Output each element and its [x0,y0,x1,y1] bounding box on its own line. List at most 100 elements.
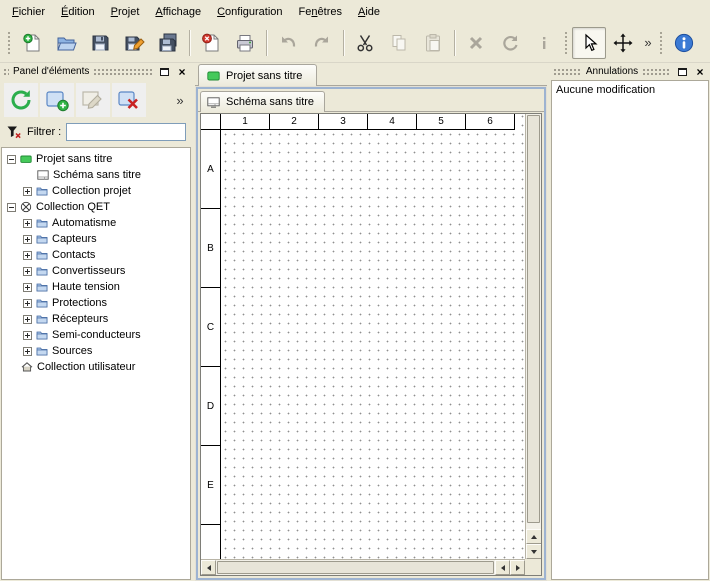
titleblock-corner [201,114,221,130]
scroll-right-button[interactable] [510,560,525,575]
new-element-button[interactable] [40,83,74,117]
column-header-5: 5 [417,114,466,130]
move-arrows-icon [612,32,634,54]
close-file-button[interactable] [194,27,228,59]
vertical-scrollbar[interactable] [525,114,541,559]
folder-icon [36,249,48,261]
element-info-button[interactable] [527,27,561,59]
menu-affichage[interactable]: Affichage [147,3,209,21]
elements-tree[interactable]: Projet sans titre Schéma sans titre Coll… [1,147,191,580]
scroll-up-button[interactable] [526,529,542,544]
expander-plus-icon[interactable] [23,267,32,276]
toolbar-grip[interactable] [659,31,664,55]
tree-item-sources[interactable]: Sources [2,343,190,359]
schema-canvas[interactable]: 1 2 3 4 5 6 A B C D [201,114,525,559]
close-button[interactable]: × [175,65,189,78]
arrow-left-icon [207,565,211,571]
expander-minus-icon[interactable] [7,155,16,164]
copy-button[interactable] [382,27,416,59]
horizontal-scrollbar[interactable] [201,559,525,575]
undo-dock-titlebar[interactable]: Annulations × [550,63,710,80]
rotate-button[interactable] [493,27,527,59]
scroll-left-button[interactable] [201,560,216,575]
save-as-button[interactable] [117,27,151,59]
filter-label: Filtrer : [27,126,61,138]
elements-panel-titlebar[interactable]: Panel d'éléments × [0,63,192,80]
expander-plus-icon[interactable] [23,283,32,292]
rotate-icon [499,32,521,54]
edit-element-button[interactable] [76,83,110,117]
menu-projet[interactable]: Projet [103,3,148,21]
clear-filter-icon[interactable] [6,124,22,140]
arrow-left-icon [501,565,505,571]
float-button[interactable] [157,65,171,78]
tree-item-automatisme[interactable]: Automatisme [2,215,190,231]
scroll-down-button[interactable] [526,544,542,559]
print-button[interactable] [228,27,262,59]
folder-icon [36,265,48,277]
tree-item-schema[interactable]: Schéma sans titre [2,167,190,183]
cut-button[interactable] [348,27,382,59]
undo-history-list[interactable]: Aucune modification [551,80,709,580]
paste-button[interactable] [416,27,450,59]
menu-fenetres[interactable]: Fenêtres [291,3,350,21]
schema-tab[interactable]: Schéma sans titre [200,91,325,112]
expander-plus-icon[interactable] [23,235,32,244]
redo-button[interactable] [305,27,339,59]
undo-button[interactable] [271,27,305,59]
tree-item-collection-utilisateur[interactable]: Collection utilisateur [2,359,190,375]
row-header-A: A [201,130,220,209]
expander-plus-icon[interactable] [23,187,32,196]
filter-row: Filtrer : [0,120,192,146]
toolbar-grip[interactable] [564,31,569,55]
column-header-6: 6 [466,114,515,130]
tree-item-recepteurs[interactable]: Récepteurs [2,311,190,327]
expander-plus-icon[interactable] [23,347,32,356]
toolbar-overflow-chevron[interactable]: » [640,35,656,50]
expander-plus-icon[interactable] [23,251,32,260]
scroll-mode-button[interactable] [606,27,640,59]
tree-item-convertisseurs[interactable]: Convertisseurs [2,263,190,279]
tree-item-collection-projet[interactable]: Collection projet [2,183,190,199]
save-all-button[interactable] [151,27,185,59]
expander-plus-icon[interactable] [23,219,32,228]
tree-item-capteurs[interactable]: Capteurs [2,231,190,247]
expander-plus-icon[interactable] [23,315,32,324]
tree-item-collection-qet[interactable]: Collection QET [2,199,190,215]
folder-icon [36,297,48,309]
menu-fichier[interactable]: Fichier [4,3,53,21]
main-area: Panel d'éléments × » [0,63,710,581]
reload-collections-button[interactable] [4,83,38,117]
vscroll-thumb[interactable] [527,115,540,523]
folder-icon [36,281,48,293]
expander-plus-icon[interactable] [23,299,32,308]
tree-item-protections[interactable]: Protections [2,295,190,311]
tree-item-contacts[interactable]: Contacts [2,247,190,263]
menu-edition[interactable]: Édition [53,3,103,21]
new-document-button[interactable] [15,27,49,59]
toolbar-grip[interactable] [7,31,12,55]
open-file-button[interactable] [49,27,83,59]
select-mode-button[interactable] [572,27,606,59]
tree-item-label: Convertisseurs [52,265,125,277]
project-icon [207,71,220,81]
panel-overflow-chevron[interactable]: » [172,93,188,108]
tree-item-haute-tension[interactable]: Haute tension [2,279,190,295]
expander-plus-icon[interactable] [23,331,32,340]
schema-view: 1 2 3 4 5 6 A B C D [200,113,542,576]
filter-input[interactable] [66,123,186,141]
scroll-left-button-2[interactable] [495,560,510,575]
menu-configuration[interactable]: Configuration [209,3,290,21]
save-button[interactable] [83,27,117,59]
menu-aide[interactable]: Aide [350,3,388,21]
float-button[interactable] [675,65,689,78]
close-button[interactable]: × [693,65,707,78]
tree-item-project[interactable]: Projet sans titre [2,151,190,167]
expander-minus-icon[interactable] [7,203,16,212]
delete-element-button[interactable] [112,83,146,117]
tree-item-semi-conducteurs[interactable]: Semi-conducteurs [2,327,190,343]
delete-button[interactable] [459,27,493,59]
about-qet-button[interactable] [667,27,701,59]
project-tab[interactable]: Projet sans titre [198,64,317,86]
hscroll-thumb[interactable] [217,561,494,574]
